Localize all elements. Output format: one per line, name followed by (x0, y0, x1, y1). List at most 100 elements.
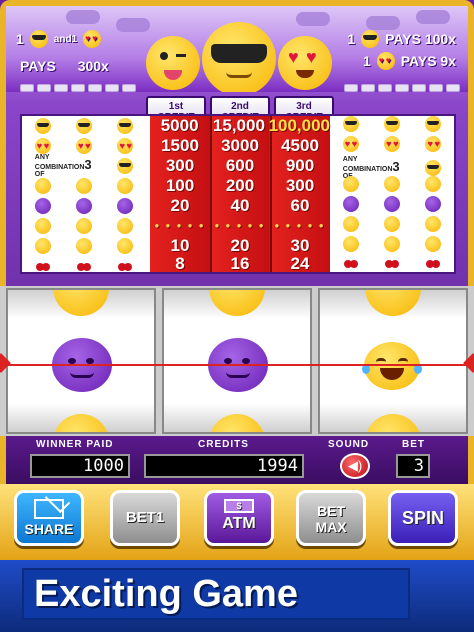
sunglasses-face-icon (202, 22, 276, 92)
pay-value: 5000 (160, 116, 199, 135)
cloud-icon (66, 10, 100, 24)
laugh-tears-face-icon (383, 216, 400, 232)
payline (0, 364, 474, 366)
laugh-tears-face-icon (53, 290, 109, 316)
cherry-icon (343, 254, 358, 268)
cool-face-icon (425, 160, 442, 176)
pay-value: 4500 (281, 136, 319, 155)
button-panel: SHARE BET1 $ ATM BET MAX SPIN (0, 484, 474, 560)
heart-eyes-icon: ♥ ♥ (75, 138, 92, 154)
cloud-icon (296, 12, 330, 26)
cool-face-icon (425, 116, 442, 132)
winner-paid-label: WINNER PAID (36, 439, 114, 450)
pay-value: 24 (290, 254, 310, 273)
paytable-symbols-right (330, 254, 454, 268)
devil-face-icon (383, 196, 400, 212)
devil-face-icon (342, 196, 359, 212)
right-pay-line-2: 1 ♥ ♥ PAYS 9x (363, 52, 456, 70)
paytable-symbols-left (22, 176, 146, 196)
pay-value: 300 (285, 176, 315, 195)
cool-face-icon (383, 116, 400, 132)
devil-face-icon (34, 198, 51, 214)
grin-face-icon (425, 176, 442, 192)
spin-button[interactable]: SPIN (388, 490, 458, 546)
any-combination-label: ANY COMBINATION3 OF (34, 154, 92, 178)
laugh-tears-face-icon (365, 414, 421, 432)
winner-paid-display: 1000 (30, 454, 130, 478)
left-pay-and: and1 (53, 33, 78, 45)
smirk-face-icon (383, 236, 400, 252)
paytable-symbols-right: ♥ ♥ ♥ ♥ ♥ ♥ (330, 136, 454, 152)
reel-2[interactable] (162, 288, 312, 434)
pay-value: 900 (285, 156, 315, 175)
credits-label: CREDITS (198, 439, 249, 450)
paytable-symbols-left (22, 254, 146, 274)
sound-toggle-button[interactable]: ◀) (340, 453, 370, 479)
paytable-row: 20 40 60 (22, 196, 454, 216)
smirk-face-icon (342, 236, 359, 252)
left-pays-label: PAYS (20, 58, 56, 74)
credits-display: 1994 (144, 454, 304, 478)
cool-face-icon (117, 118, 134, 134)
cloud-icon (416, 10, 450, 24)
pay-value: 10 (170, 236, 190, 255)
pay-value: 1500 (161, 136, 199, 155)
cool-face-icon (75, 118, 92, 134)
smirk-face-icon (117, 238, 134, 254)
speaker-icon: ◀) (347, 458, 363, 473)
pay-value: 200 (225, 176, 255, 195)
bet-max-button[interactable]: BET MAX (296, 490, 366, 546)
smirk-face-icon (75, 238, 92, 254)
left-pays-multiplier: 300x (77, 58, 109, 74)
heart-eyes-icon: ♥ ♥ (376, 52, 395, 70)
paytable-row: 10 20 30 (22, 236, 454, 256)
cool-face-icon (342, 116, 359, 132)
grin-face-icon (34, 178, 51, 194)
bonus-dots: ● ● ● ● ● (274, 221, 326, 230)
share-button[interactable]: SHARE (14, 487, 84, 546)
pay-value: 3000 (221, 136, 259, 155)
devil-face-icon (425, 196, 442, 212)
heart-eyes-icon: ♥ ♥ (383, 136, 400, 152)
wink-tongue-face-icon (146, 36, 200, 90)
reel-1[interactable] (6, 288, 156, 434)
paytable-symbols-left (22, 196, 146, 216)
bet-max-label-2: MAX (315, 519, 347, 535)
left-pay-line-2: PAYS 300x (20, 58, 109, 74)
reels-area[interactable] (0, 286, 474, 436)
bonus-dots: ● ● ● ● ● (154, 221, 206, 230)
grin-face-icon (342, 176, 359, 192)
laugh-tears-face-icon (75, 218, 92, 234)
pay-value: 30 (290, 236, 310, 255)
right-pay-2-count: 1 (362, 53, 371, 69)
cherry-icon (35, 257, 50, 271)
paytable-symbols-left (22, 216, 146, 236)
heart-eyes-icon: ♥ ♥ (83, 30, 102, 48)
banknote-icon: $ (224, 499, 254, 513)
bet-display: 3 (396, 454, 430, 478)
left-pay-count: 1 (16, 31, 24, 47)
cherry-icon (384, 254, 399, 268)
right-mini-symbols (344, 84, 460, 92)
laugh-tears-face-icon (362, 342, 422, 390)
paytable-symbols-right (330, 176, 454, 192)
bet1-button[interactable]: BET1 (110, 490, 180, 546)
paytable: 5000 15,000 100,000 ♥ ♥ ♥ ♥ ♥ ♥ 1500 3000 4… (20, 114, 456, 274)
atm-button[interactable]: $ ATM (204, 490, 274, 546)
grin-face-icon (75, 178, 92, 194)
pay-value: 300 (165, 156, 195, 175)
cherry-icon (426, 254, 441, 268)
left-pay-line-1: 1 and1 ♥ ♥ (16, 30, 102, 48)
laugh-tears-face-icon (34, 218, 51, 234)
laugh-tears-face-icon (342, 216, 359, 232)
heart-eyes-face-icon: ♥ ♥ (278, 36, 332, 90)
pay-value: 16 (230, 254, 250, 273)
smirk-face-icon (34, 238, 51, 254)
meters-bar: WINNER PAID 1000 CREDITS 1994 SOUND ◀) B… (6, 436, 468, 484)
sound-label: SOUND (328, 439, 370, 450)
left-mini-symbols (20, 84, 136, 92)
pay-value: 60 (290, 196, 310, 215)
reel-3[interactable] (318, 288, 468, 434)
bet-label: BET (402, 439, 425, 450)
paytable-symbols-right (330, 216, 454, 232)
